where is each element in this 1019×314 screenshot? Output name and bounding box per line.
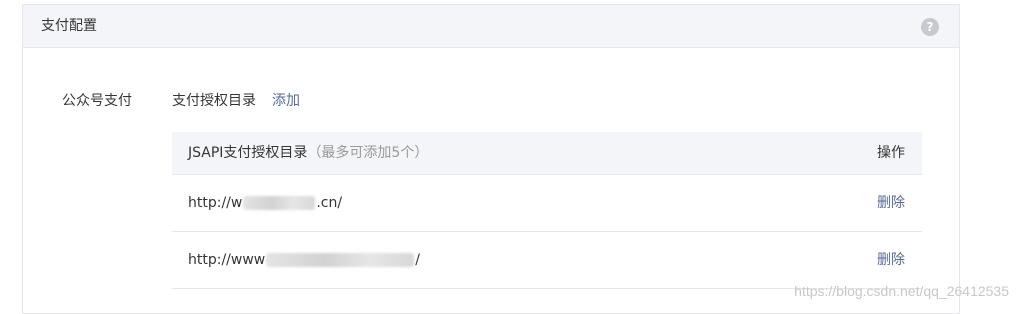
- auth-directory-table: JSAPI支付授权目录（最多可添加5个） 操作 http://w.cn/ 删除 …: [172, 132, 922, 289]
- url-prefix: http://w: [188, 195, 242, 211]
- redacted-blur: [266, 253, 414, 267]
- add-directory-link[interactable]: 添加: [272, 91, 300, 111]
- column-header-directory: JSAPI支付授权目录（最多可添加5个）: [188, 132, 428, 175]
- column-header-action: 操作: [877, 132, 905, 175]
- auth-directory-title: 支付授权目录: [172, 91, 256, 111]
- url-suffix: .cn/: [316, 195, 342, 211]
- panel-header: 支付配置 ?: [23, 5, 959, 48]
- panel-title: 支付配置: [41, 5, 97, 48]
- table-header: JSAPI支付授权目录（最多可添加5个） 操作: [172, 132, 922, 175]
- column-header-limit-note: （最多可添加5个）: [307, 145, 428, 161]
- column-header-directory-label: JSAPI支付授权目录: [188, 145, 307, 161]
- table-row: http://www / 删除: [172, 232, 922, 289]
- redacted-blur: [243, 196, 315, 210]
- url-suffix: /: [415, 252, 420, 268]
- question-circle-icon[interactable]: ?: [921, 18, 939, 36]
- watermark: https://blog.csdn.net/qq_26412535: [794, 283, 1009, 299]
- directory-url: http://www /: [188, 232, 420, 289]
- delete-link[interactable]: 删除: [877, 175, 905, 232]
- table-row: http://w .cn/ 删除: [172, 175, 922, 232]
- directory-url: http://w .cn/: [188, 175, 342, 232]
- payment-config-panel: 支付配置 ? 公众号支付 支付授权目录 添加 JSAPI支付授权目录（最多可添加…: [22, 4, 960, 314]
- delete-link[interactable]: 删除: [877, 232, 905, 289]
- url-prefix: http://www: [188, 252, 265, 268]
- section-label-jsapi-payment: 公众号支付: [62, 91, 132, 111]
